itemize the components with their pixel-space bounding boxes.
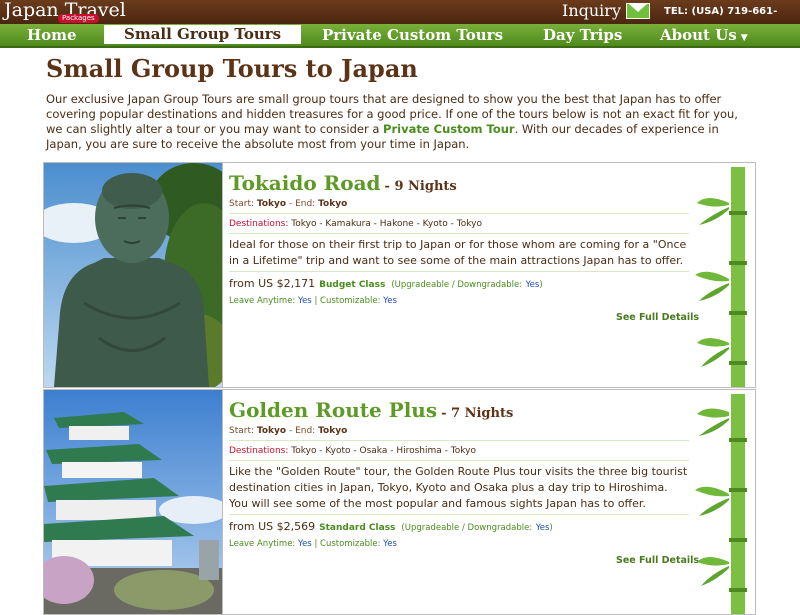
leave-anytime-label: Leave Anytime:	[229, 539, 296, 549]
tour-info: Golden Route Plus - 7 Nights Start: Tokyo…	[229, 396, 689, 551]
tour-title[interactable]: Tokaido Road	[229, 171, 381, 195]
private-custom-tour-link[interactable]: Private Custom Tour	[383, 122, 515, 136]
end-city: Tokyo	[318, 426, 348, 436]
destinations-list: Tokyo - Kyoto - Osaka - Hiroshima - Toky…	[291, 446, 476, 456]
tour-nights: - 9 Nights	[384, 179, 457, 194]
start-label: Start:	[229, 199, 255, 209]
destinations-label: Destinations:	[229, 219, 289, 229]
bamboo-decoration	[695, 394, 747, 614]
tour-image-osaka-castle[interactable]	[44, 390, 223, 614]
tour-price: US $2,569	[258, 520, 316, 533]
end-label: End:	[295, 426, 316, 436]
tour-start-end: Start: Tokyo - End: Tokyo	[229, 197, 689, 211]
nav-about-us[interactable]: About Us ▼	[660, 24, 748, 46]
top-header: Japan Travel Packages Inquiry TEL: (USA)…	[0, 0, 800, 41]
tour-price-row: from US $2,171 Budget Class (Upgradeable /…	[229, 277, 543, 290]
tour-class: Standard Class	[319, 523, 396, 533]
leave-anytime-value: Yes	[298, 296, 312, 306]
tour-title[interactable]: Golden Route Plus	[229, 398, 437, 422]
page-title: Small Group Tours to Japan	[46, 54, 418, 83]
chevron-down-icon: ▼	[740, 33, 748, 43]
tour-nights: - 7 Nights	[441, 406, 514, 421]
nav-home[interactable]: Home	[27, 24, 77, 46]
upgradeable-label: (Upgradeable / Downgradable:	[401, 523, 533, 533]
tour-options: Leave Anytime: Yes | Customizable: Yes	[229, 294, 689, 308]
customizable-value: Yes	[383, 539, 397, 549]
nav-private-custom-tours[interactable]: Private Custom Tours	[322, 24, 503, 46]
from-label: from	[229, 520, 255, 533]
nav-small-group-tours[interactable]: Small Group Tours	[104, 25, 302, 44]
tour-description: Like the "Golden Route" tour, the Golden…	[229, 465, 688, 510]
main-nav: Home Small Group Tours Private Custom To…	[0, 24, 800, 48]
start-label: Start:	[229, 426, 255, 436]
destinations-list: Tokyo - Kamakura - Hakone - Kyoto - Toky…	[291, 219, 482, 229]
start-city: Tokyo	[256, 199, 287, 209]
see-full-details-link[interactable]: See Full Details	[616, 555, 699, 566]
leave-anytime-label: Leave Anytime:	[229, 296, 296, 306]
mail-icon[interactable]	[626, 3, 650, 19]
inquiry-link[interactable]: Inquiry	[562, 0, 621, 22]
tour-card: Tokaido Road - 9 Nights Start: Tokyo - En…	[43, 162, 756, 388]
tour-options: Leave Anytime: Yes | Customizable: Yes	[229, 537, 689, 551]
tour-price-row: from US $2,569 Standard Class (Upgradeable…	[229, 520, 553, 533]
upgradeable-label: (Upgradeable / Downgradable:	[391, 280, 523, 290]
divider	[229, 213, 689, 214]
nav-day-trips[interactable]: Day Trips	[543, 24, 622, 46]
divider	[229, 514, 689, 515]
customizable-label: | Customizable:	[314, 296, 381, 306]
tour-destinations: Destinations: Tokyo - Kamakura - Hakone …	[229, 217, 689, 231]
tour-start-end: Start: Tokyo - End: Tokyo	[229, 424, 689, 438]
divider	[229, 271, 689, 272]
tour-image-buddha[interactable]	[44, 163, 223, 387]
tour-destinations: Destinations: Tokyo - Kyoto - Osaka - Hi…	[229, 444, 689, 458]
logo-subtitle: Packages	[58, 14, 99, 23]
tour-info: Tokaido Road - 9 Nights Start: Tokyo - En…	[229, 169, 689, 308]
customizable-value: Yes	[383, 296, 397, 306]
upgradeable-value: Yes	[535, 523, 550, 533]
start-city: Tokyo	[256, 426, 287, 436]
tour-class: Budget Class	[319, 280, 386, 290]
divider	[229, 233, 689, 234]
customizable-label: | Customizable:	[314, 539, 381, 549]
tour-description: Ideal for those on their first trip to J…	[229, 238, 687, 267]
tour-price: US $2,171	[258, 277, 316, 290]
dash-separator: -	[288, 199, 293, 209]
from-label: from	[229, 277, 255, 290]
divider	[229, 440, 689, 441]
intro-paragraph: Our exclusive Japan Group Tours are smal…	[46, 92, 750, 152]
bamboo-decoration	[695, 167, 747, 387]
destinations-label: Destinations:	[229, 446, 289, 456]
dash-separator: -	[288, 426, 293, 436]
see-full-details-link[interactable]: See Full Details	[616, 312, 699, 323]
nav-about-us-label: About Us	[660, 26, 737, 44]
leave-anytime-value: Yes	[298, 539, 312, 549]
end-city: Tokyo	[318, 199, 348, 209]
tour-card: Golden Route Plus - 7 Nights Start: Tokyo…	[43, 389, 756, 615]
upgradeable-value: Yes	[525, 280, 540, 290]
divider	[229, 460, 689, 461]
end-label: End:	[295, 199, 316, 209]
